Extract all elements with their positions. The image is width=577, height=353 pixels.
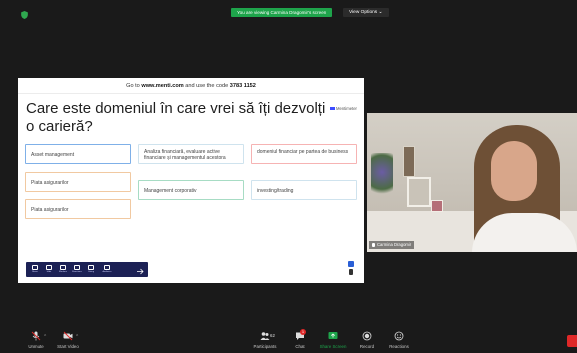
wall-frame — [403, 146, 415, 177]
participants-button[interactable]: 62 Participants — [245, 331, 285, 353]
shared-screen: Go to www.menti.com and use the code 378… — [18, 78, 364, 283]
participants-icon — [260, 332, 270, 340]
participant-counter[interactable] — [348, 261, 354, 277]
marker-icon — [60, 265, 66, 270]
share-screen-icon — [328, 332, 338, 339]
participant-video[interactable]: Carmina Dragomir — [367, 113, 577, 252]
top-bar: You are viewing Carmina Dragomir's scree… — [0, 0, 577, 24]
menti-url: www.menti.com — [141, 83, 184, 89]
person-icon — [349, 269, 353, 275]
chevron-up-icon[interactable]: ⌃ — [43, 334, 47, 340]
answer-card: Asset management — [25, 144, 131, 164]
start-video-button[interactable]: ⌃ Start Video — [48, 331, 88, 353]
menu-icon — [32, 265, 38, 270]
mic-muted-icon — [31, 331, 41, 341]
screen-sharing-banner: You are viewing Carmina Dragomir's scree… — [231, 8, 333, 17]
answer-card: Analiza financiară, evaluare active fina… — [138, 144, 244, 164]
menti-code: 3783 1152 — [229, 83, 256, 89]
answer-card: domeniul financiar pe partea de business — [251, 144, 357, 164]
end-meeting-button[interactable] — [567, 335, 577, 347]
answer-card: Piata asigurarilor — [25, 172, 131, 192]
mentimeter-logo: Mentimeter — [330, 106, 357, 111]
answer-card: Piata asigurarilor — [25, 199, 131, 219]
toolbar-voting[interactable]: Voting — [85, 264, 97, 275]
mic-icon — [372, 242, 375, 247]
flower-vase — [371, 153, 393, 201]
toolbar-menu[interactable]: Menu — [29, 264, 41, 275]
people-icon — [104, 265, 110, 270]
presenter-toolbar: Menu Hide Markers Reactions Voting Audie… — [26, 262, 148, 277]
toolbar-audience[interactable]: Audience — [101, 264, 113, 275]
toolbar-next[interactable] — [134, 264, 146, 275]
chat-unread-badge: 1 — [300, 329, 306, 335]
answer-card: investing/trading — [251, 180, 357, 200]
toolbar-hide[interactable]: Hide — [43, 264, 55, 275]
record-icon — [362, 331, 372, 341]
shield-icon[interactable] — [21, 11, 28, 19]
view-options-button[interactable]: View Options ⌄ — [343, 8, 389, 17]
lock-icon — [88, 265, 94, 270]
chevron-up-icon[interactable]: ⌃ — [75, 334, 79, 340]
mentimeter-icon — [330, 107, 335, 111]
reaction-icon — [74, 265, 80, 270]
participant-name-tag: Carmina Dragomir — [369, 241, 415, 249]
close-icon — [46, 265, 52, 270]
wall-frame — [407, 177, 431, 207]
camera-off-icon — [63, 331, 73, 341]
toolbar-reactions[interactable]: Reactions — [71, 264, 83, 275]
arrow-right-icon — [137, 268, 144, 275]
toolbar-markers[interactable]: Markers — [57, 264, 69, 275]
smiley-icon — [394, 331, 404, 341]
meeting-controls: ⌃ Unmute ⌃ Start Video 62 Participants 1… — [0, 327, 577, 353]
participants-count: 62 — [270, 333, 275, 338]
join-instructions: Go to www.menti.com and use the code 378… — [18, 78, 364, 94]
answer-card: Management corporativ — [138, 180, 244, 200]
screen-icon — [348, 261, 354, 267]
participant-face — [491, 141, 537, 201]
photo-frame — [431, 200, 443, 212]
poll-question: Care este domeniul în care vrei să îți d… — [26, 100, 326, 135]
reactions-button[interactable]: Reactions — [379, 331, 419, 353]
